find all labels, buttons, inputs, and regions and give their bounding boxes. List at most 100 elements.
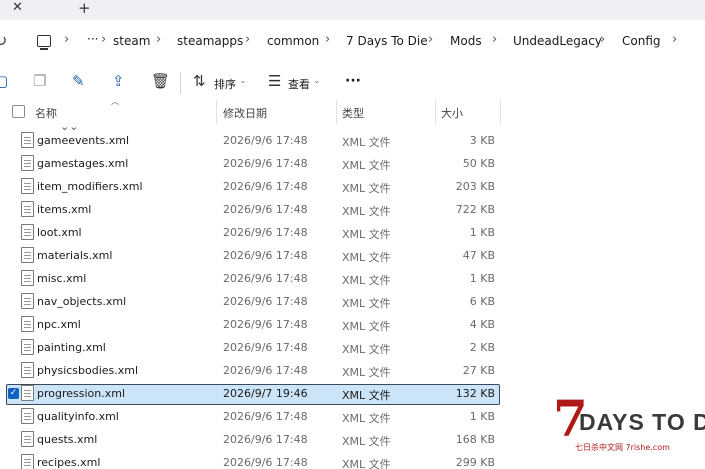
chevron-down-icon[interactable]: ⌄: [239, 76, 247, 86]
breadcrumb-item-steamapps[interactable]: steamapps: [177, 34, 243, 48]
file-size: 27 KB: [462, 364, 495, 377]
file-row[interactable]: loot.xml 2026/9/6 17:48 XML 文件 1 KB: [0, 223, 705, 246]
file-size: 132 KB: [455, 387, 495, 400]
chevron-right-icon[interactable]: ›: [492, 32, 497, 47]
xml-file-icon: [21, 339, 34, 355]
breadcrumb-overflow[interactable]: ···: [87, 32, 98, 46]
xml-file-icon: [21, 408, 34, 424]
cut-icon[interactable]: ▢: [0, 72, 8, 90]
breadcrumb-item-undeadlegacy[interactable]: UndeadLegacy: [513, 34, 602, 48]
file-row[interactable]: painting.xml 2026/9/6 17:48 XML 文件 2 KB: [0, 338, 705, 361]
chevron-right-icon[interactable]: ›: [101, 32, 106, 47]
file-name: loot.xml: [37, 226, 82, 239]
file-type: XML 文件: [342, 343, 391, 356]
chevron-right-icon[interactable]: ›: [64, 32, 69, 47]
view-button[interactable]: 查看: [288, 76, 310, 92]
file-name: recipes.xml: [37, 456, 101, 469]
sort-button[interactable]: 排序: [214, 76, 236, 92]
sort-icon[interactable]: ⇅: [193, 72, 206, 90]
more-options-button[interactable]: ···: [345, 73, 361, 89]
file-row[interactable]: materials.xml 2026/9/6 17:48 XML 文件 47 KB: [0, 246, 705, 269]
watermark-logo: 7 DAYS TO DIE 七日杀中文网 7rishe.com: [553, 394, 705, 460]
file-row[interactable]: gameevents.xml 2026/9/6 17:48 XML 文件 3 KB: [0, 131, 705, 154]
chevron-right-icon[interactable]: ›: [325, 32, 330, 47]
xml-file-icon: [21, 454, 34, 469]
file-row[interactable]: misc.xml 2026/9/6 17:48 XML 文件 1 KB: [0, 269, 705, 292]
file-row[interactable]: physicsbodies.xml 2026/9/6 17:48 XML 文件 27 …: [0, 361, 705, 384]
column-name[interactable]: 名称: [35, 105, 57, 121]
file-size: 203 KB: [455, 180, 495, 193]
sort-ascending-icon: ︿: [111, 97, 119, 106]
share-icon[interactable]: ⇪: [112, 72, 125, 90]
file-modified-date: 2026/9/6 17:48: [223, 272, 308, 285]
file-type: XML 文件: [342, 205, 391, 218]
column-type[interactable]: 类型: [342, 105, 364, 121]
view-icon[interactable]: ☰: [268, 72, 281, 90]
file-name: qualityinfo.xml: [37, 410, 119, 423]
column-divider[interactable]: [216, 100, 217, 124]
rename-icon[interactable]: ✎: [72, 72, 85, 90]
xml-file-icon: [21, 385, 34, 401]
file-name: gameevents.xml: [37, 134, 130, 147]
breadcrumb-item-mods[interactable]: Mods: [450, 34, 482, 48]
refresh-icon[interactable]: ↻: [0, 31, 7, 50]
file-name: quests.xml: [37, 433, 98, 446]
chevron-right-icon[interactable]: ›: [672, 32, 677, 47]
file-size: 1 KB: [469, 272, 495, 285]
column-size[interactable]: 大小: [441, 105, 463, 121]
chevron-right-icon[interactable]: ›: [428, 32, 433, 47]
file-size: 3 KB: [469, 134, 495, 147]
close-tab-icon[interactable]: ✕: [12, 0, 23, 15]
new-tab-button[interactable]: +: [78, 0, 91, 17]
file-row[interactable]: gamestages.xml 2026/9/6 17:48 XML 文件 50 KB: [0, 154, 705, 177]
file-type: XML 文件: [342, 366, 391, 379]
file-size: 168 KB: [455, 433, 495, 446]
row-checkbox-checked[interactable]: ✓: [8, 388, 19, 399]
copy-icon[interactable]: ❐: [33, 72, 46, 90]
chevron-right-icon[interactable]: ›: [245, 32, 250, 47]
chevron-right-icon[interactable]: ›: [156, 32, 161, 47]
select-all-checkbox[interactable]: [12, 105, 25, 118]
file-modified-date: 2026/9/6 17:48: [223, 341, 308, 354]
file-name: materials.xml: [37, 249, 113, 262]
file-modified-date: 2026/9/6 17:48: [223, 180, 308, 193]
delete-icon[interactable]: 🗑: [151, 72, 170, 90]
file-size: 722 KB: [455, 203, 495, 216]
column-divider[interactable]: [336, 100, 337, 124]
address-bar[interactable]: ↻ › ··· › steam › steamapps › common › 7…: [0, 20, 705, 64]
file-modified-date: 2026/9/6 17:48: [223, 157, 308, 170]
breadcrumb-item-common[interactable]: common: [267, 34, 319, 48]
column-divider[interactable]: [435, 100, 436, 124]
breadcrumb-item-steam[interactable]: steam: [113, 34, 150, 48]
file-size: 2 KB: [469, 341, 495, 354]
xml-file-icon: [21, 362, 34, 378]
file-row[interactable]: npc.xml 2026/9/6 17:48 XML 文件 4 KB: [0, 315, 705, 338]
file-name: progression.xml: [37, 387, 126, 400]
file-modified-date: 2026/9/6 17:48: [223, 203, 308, 216]
file-modified-date: 2026/9/7 19:46: [223, 387, 308, 400]
chevron-right-icon[interactable]: ›: [600, 32, 605, 47]
breadcrumb-item-config[interactable]: Config: [622, 34, 661, 48]
column-header: ︿ 名称 修改日期 类型 大小: [0, 97, 705, 124]
file-size: 50 KB: [462, 157, 495, 170]
xml-file-icon: [21, 132, 34, 148]
xml-file-icon: [21, 155, 34, 171]
logo-title: DAYS TO DIE: [579, 409, 705, 435]
file-type: XML 文件: [342, 274, 391, 287]
file-modified-date: 2026/9/6 17:48: [223, 364, 308, 377]
file-row[interactable]: item_modifiers.xml 2026/9/6 17:48 XML 文件 20…: [0, 177, 705, 200]
xml-file-icon: [21, 316, 34, 332]
breadcrumb-item-7-days-to-die[interactable]: 7 Days To Die: [346, 34, 428, 48]
file-name: items.xml: [37, 203, 92, 216]
xml-file-icon: [21, 178, 34, 194]
xml-file-icon: [21, 270, 34, 286]
column-divider[interactable]: [500, 100, 501, 124]
file-name: item_modifiers.xml: [37, 180, 143, 193]
this-pc-icon[interactable]: [37, 35, 51, 50]
chevron-down-icon[interactable]: ⌄: [313, 76, 321, 86]
file-row[interactable]: items.xml 2026/9/6 17:48 XML 文件 722 KB: [0, 200, 705, 223]
file-row[interactable]: nav_objects.xml 2026/9/6 17:48 XML 文件 6 KB: [0, 292, 705, 315]
file-name: painting.xml: [37, 341, 106, 354]
file-type: XML 文件: [342, 159, 391, 172]
column-date[interactable]: 修改日期: [223, 105, 267, 121]
